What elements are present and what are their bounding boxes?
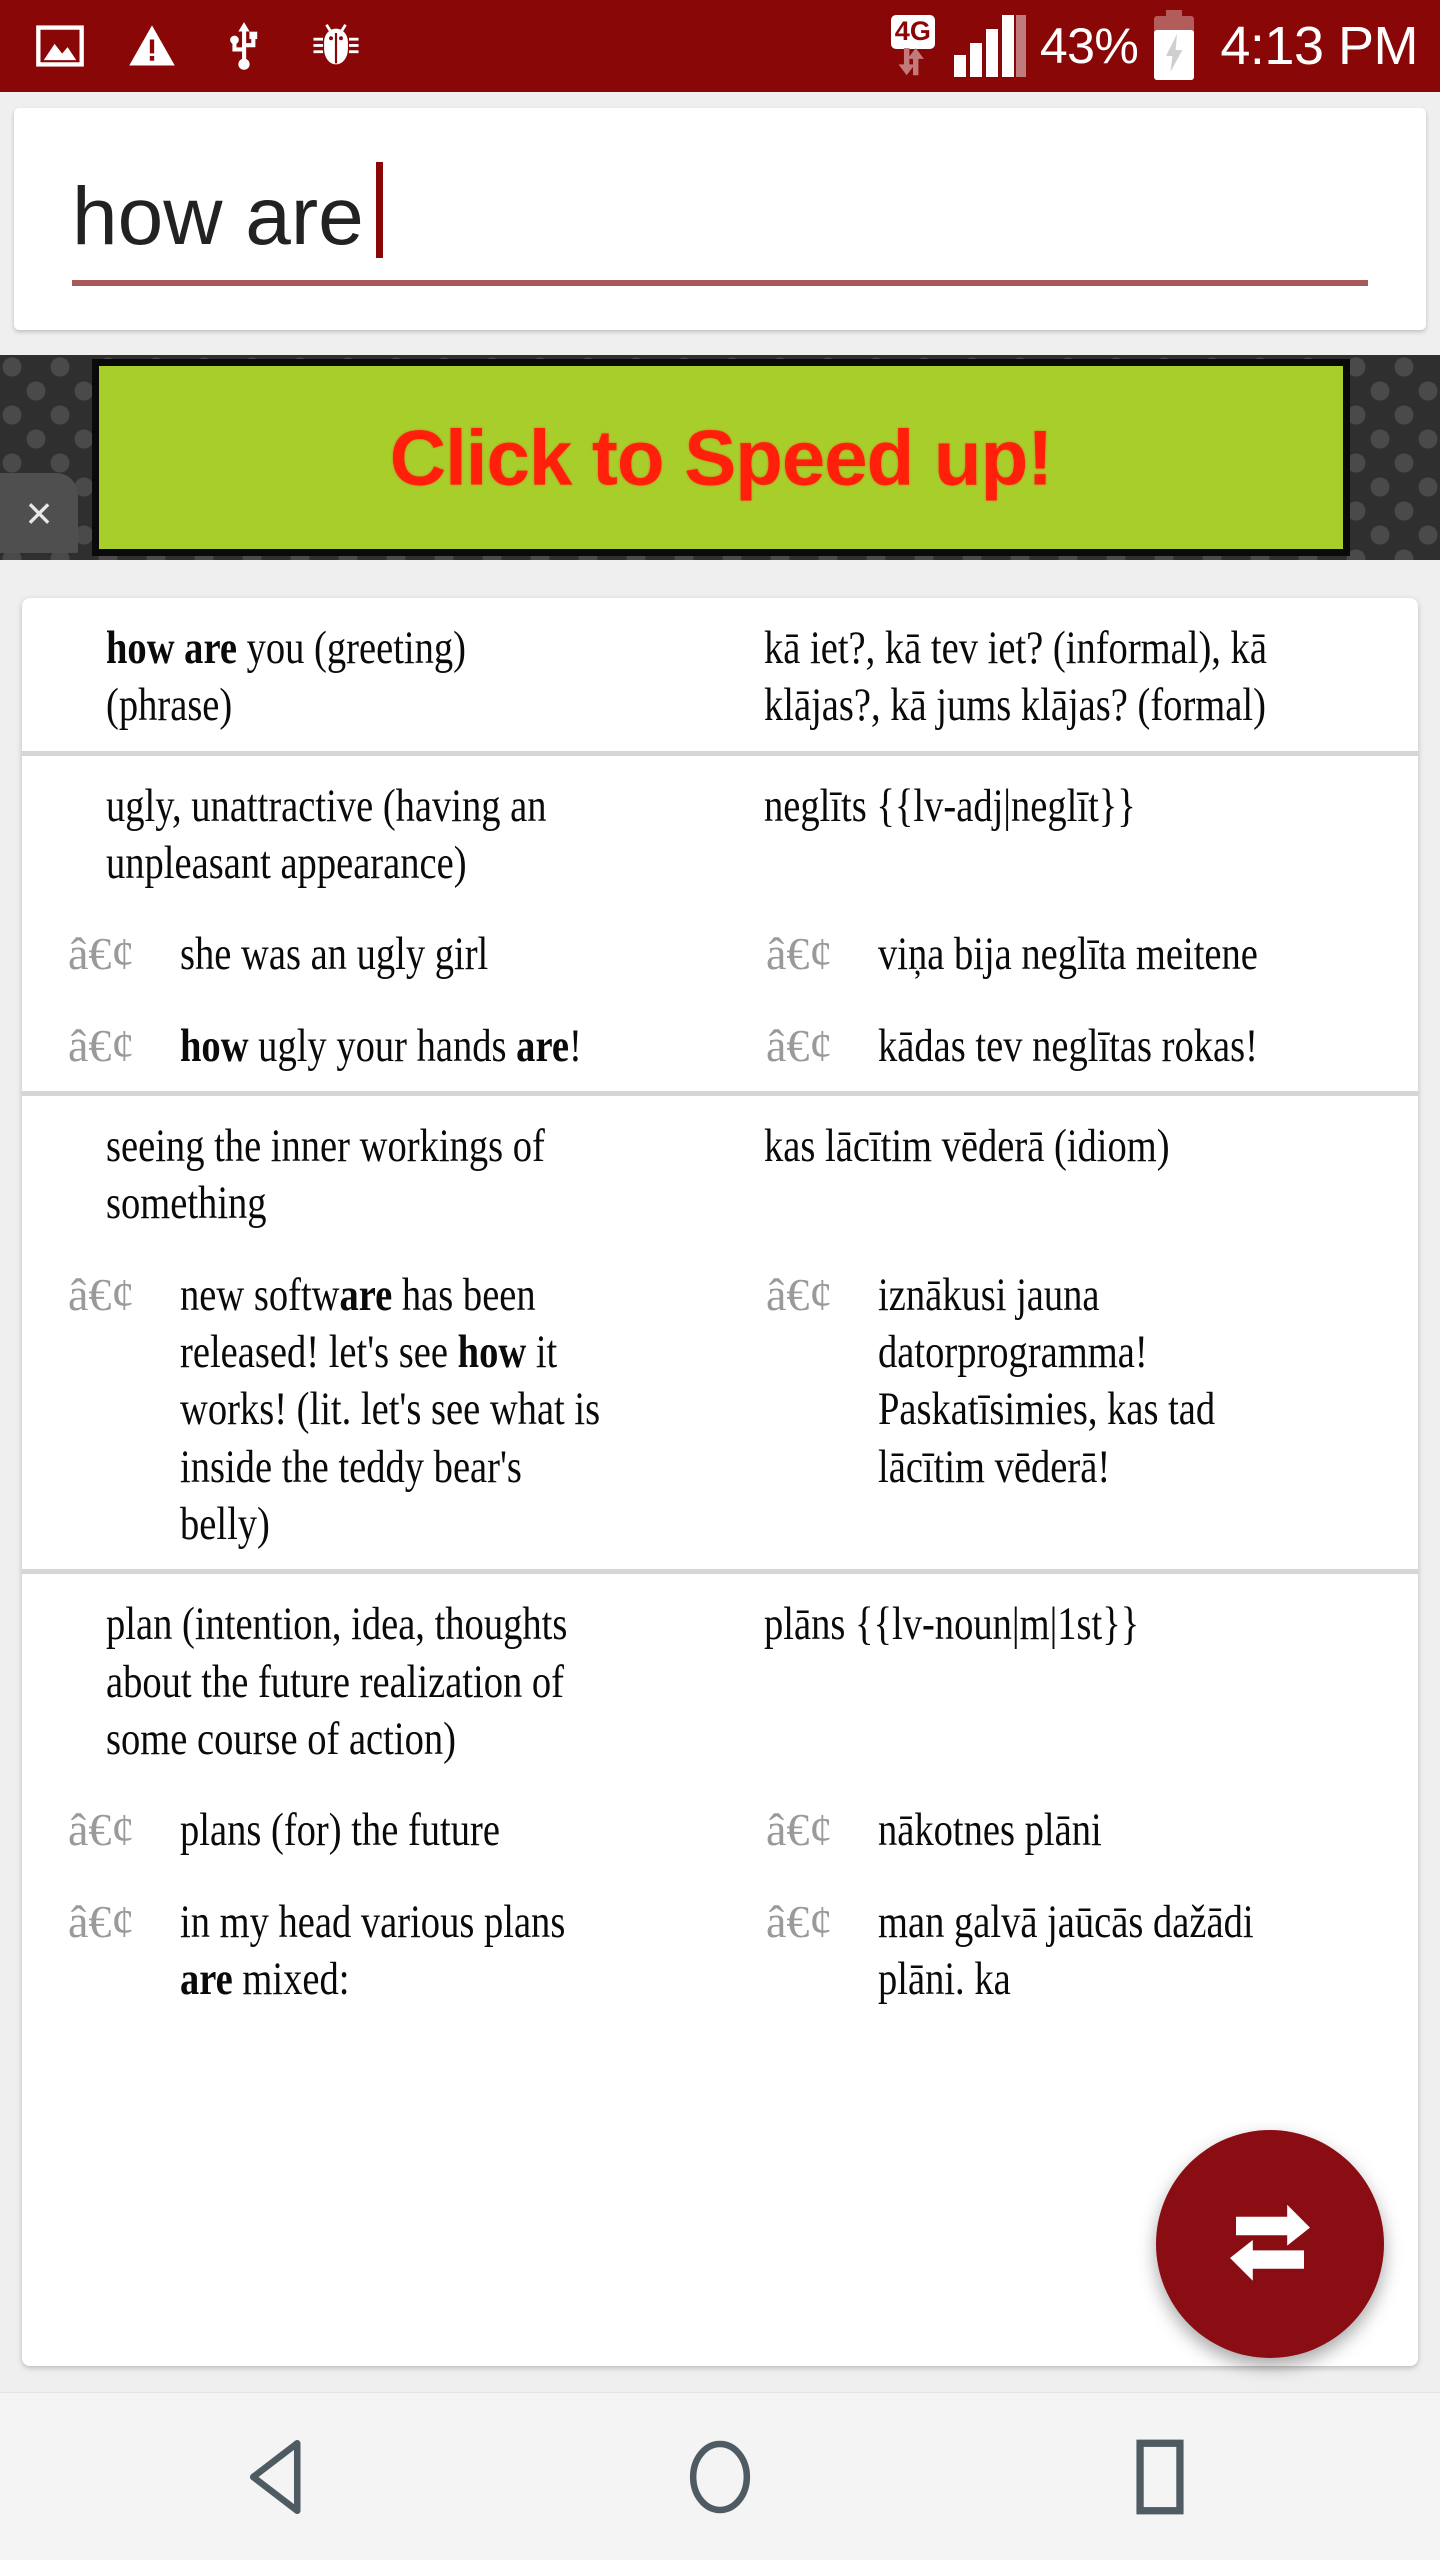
example-source-text: in my head various plans are mixed: xyxy=(180,1895,566,2005)
signal-bars-icon xyxy=(953,15,1026,77)
status-bar: 4G 43% 4:13 PM xyxy=(0,0,1440,92)
entry-source-text: ugly, unattractive (having an unpleasant… xyxy=(106,779,547,889)
example-target-cell: â€¢ viņa bija neglīta meitene xyxy=(720,908,1418,999)
ad-close-button[interactable]: × xyxy=(0,473,78,553)
example-target-text: nākotnes plāni xyxy=(878,1804,1102,1857)
recents-square-icon xyxy=(1136,2439,1184,2514)
back-triangle-icon xyxy=(249,2439,301,2514)
entry-example-row: â€¢ how ugly your hands are! â€¢ kādas tev … xyxy=(22,1000,1418,1091)
example-target-cell: â€¢ nākotnes plāni xyxy=(720,1784,1418,1875)
example-target-cell: â€¢ iznākusi jauna datorprogramma! Paskat… xyxy=(720,1249,1418,1570)
entry-example-row: â€¢ plans (for) the future â€¢ nākotnes plā… xyxy=(22,1784,1418,1875)
android-navigation-bar xyxy=(0,2392,1440,2560)
nav-recents-button[interactable] xyxy=(1090,2407,1230,2547)
example-source-text: new software has been released! let's se… xyxy=(180,1268,601,1550)
search-underline xyxy=(72,280,1368,286)
bullet-glyph: â€¢ xyxy=(766,928,833,980)
dictionary-entry[interactable]: how are you (greeting) (phrase) kā iet?, … xyxy=(22,598,1418,751)
entry-example-row: â€¢ new software has been released! let's… xyxy=(22,1249,1418,1570)
entry-source-cell: how are you (greeting) (phrase) xyxy=(22,598,720,751)
bullet-glyph: â€¢ xyxy=(68,1019,135,1071)
example-source-text: plans (for) the future xyxy=(180,1804,500,1857)
example-source-cell: â€¢ she was an ugly girl xyxy=(22,908,720,999)
usb-icon xyxy=(230,22,258,70)
search-input[interactable]: how are xyxy=(72,148,1368,262)
dictionary-entry[interactable]: seeing the inner workings of something ka… xyxy=(22,1090,1418,1570)
warning-triangle-icon xyxy=(129,25,175,66)
bullet-glyph: â€¢ xyxy=(766,1268,833,1320)
ad-banner[interactable]: Click to Speed up! × xyxy=(0,355,1440,560)
example-target-text: viņa bija neglīta meitene xyxy=(878,928,1258,981)
dictionary-entry[interactable]: ugly, unattractive (having an unpleasant… xyxy=(22,750,1418,1091)
dictionary-entry[interactable]: plan (intention, idea, thoughts about th… xyxy=(22,1569,1418,2024)
entry-target-text: kā iet?, kā tev iet? (informal), kā klāj… xyxy=(764,622,1267,732)
example-target-text: kādas tev neglītas rokas! xyxy=(878,1019,1258,1072)
image-icon xyxy=(36,25,84,67)
entry-target-text: plāns {{lv-noun|m|1st}} xyxy=(764,1598,1140,1651)
entry-target-text: neglīts {{lv-adj|neglīt}} xyxy=(764,779,1136,832)
status-bar-right-icons: 4G 43% 4:13 PM xyxy=(886,10,1418,82)
entry-target-cell: neglīts {{lv-adj|neglīt}} xyxy=(720,756,1418,909)
bug-icon xyxy=(313,24,359,65)
entry-source-cell: plan (intention, idea, thoughts about th… xyxy=(22,1574,720,1784)
entry-target-text: kas lācītim vēderā (idiom) xyxy=(764,1119,1170,1172)
nav-back-button[interactable] xyxy=(210,2407,350,2547)
example-source-cell: â€¢ in my head various plans are mixed: xyxy=(22,1876,720,2025)
translation-results-card: how are you (greeting) (phrase) kā iet?, … xyxy=(22,598,1418,2366)
battery-percent-label: 43% xyxy=(1039,18,1139,74)
home-circle-icon xyxy=(689,2440,751,2513)
text-caret xyxy=(375,162,383,258)
entry-example-row: â€¢ she was an ugly girl â€¢ viņa bija negl… xyxy=(22,908,1418,999)
status-bar-left-icons xyxy=(34,20,362,72)
swap-languages-fab[interactable] xyxy=(1156,2130,1384,2358)
clock-label: 4:13 PM xyxy=(1220,16,1418,76)
entry-head-row: seeing the inner workings of something ka… xyxy=(22,1096,1418,1249)
example-target-text: iznākusi jauna datorprogramma! Paskatīsi… xyxy=(878,1268,1216,1493)
entry-source-cell: ugly, unattractive (having an unpleasant… xyxy=(22,756,720,909)
bullet-glyph: â€¢ xyxy=(766,1804,833,1856)
nav-home-button[interactable] xyxy=(650,2407,790,2547)
example-target-cell: â€¢ man galvā jaūcās dažādi plāni. ka xyxy=(720,1876,1418,2025)
bullet-glyph: â€¢ xyxy=(68,1804,135,1856)
entry-source-cell: seeing the inner workings of something xyxy=(22,1096,720,1249)
example-source-text: how ugly your hands are! xyxy=(180,1019,582,1072)
example-source-cell: â€¢ plans (for) the future xyxy=(22,1784,720,1875)
ad-text: Click to Speed up! xyxy=(389,413,1053,501)
search-card: how are xyxy=(14,108,1426,330)
bullet-glyph: â€¢ xyxy=(766,1895,833,1947)
bullet-glyph: â€¢ xyxy=(68,928,135,980)
search-input-row[interactable]: how are xyxy=(72,148,1368,262)
network-type-indicator: 4G xyxy=(886,15,940,77)
entry-source-text: seeing the inner workings of something xyxy=(106,1119,545,1230)
example-source-cell: â€¢ how ugly your hands are! xyxy=(22,1000,720,1091)
ad-creative[interactable]: Click to Speed up! xyxy=(92,359,1350,556)
network-type-label: 4G xyxy=(890,15,935,49)
phone-screen: 4G 43% 4:13 PM how are Click to Speed up… xyxy=(0,0,1440,2560)
entry-head-row: ugly, unattractive (having an unpleasant… xyxy=(22,756,1418,909)
swap-arrows-icon xyxy=(1230,2204,1310,2281)
bullet-glyph: â€¢ xyxy=(766,1019,833,1071)
entry-head-row: how are you (greeting) (phrase) kā iet?, … xyxy=(22,598,1418,751)
data-transfer-arrows-icon xyxy=(898,48,924,76)
example-source-cell: â€¢ new software has been released! let's… xyxy=(22,1249,720,1570)
example-target-cell: â€¢ kādas tev neglītas rokas! xyxy=(720,1000,1418,1091)
battery-charging-icon xyxy=(1154,10,1195,80)
entry-example-row: â€¢ in my head various plans are mixed: â€… xyxy=(22,1876,1418,2025)
entry-target-cell: kas lācītim vēderā (idiom) xyxy=(720,1096,1418,1249)
entry-head-row: plan (intention, idea, thoughts about th… xyxy=(22,1574,1418,1784)
example-source-text: she was an ugly girl xyxy=(180,928,489,981)
example-target-text: man galvā jaūcās dažādi plāni. ka xyxy=(878,1895,1254,2005)
entry-source-text: plan (intention, idea, thoughts about th… xyxy=(106,1598,568,1765)
entry-target-cell: kā iet?, kā tev iet? (informal), kā klāj… xyxy=(720,598,1418,751)
search-input-value: how are xyxy=(72,171,364,262)
entry-target-cell: plāns {{lv-noun|m|1st}} xyxy=(720,1574,1418,1784)
bullet-glyph: â€¢ xyxy=(68,1895,135,1947)
entry-source-text: how are you (greeting) (phrase) xyxy=(106,622,466,732)
bullet-glyph: â€¢ xyxy=(68,1268,135,1320)
